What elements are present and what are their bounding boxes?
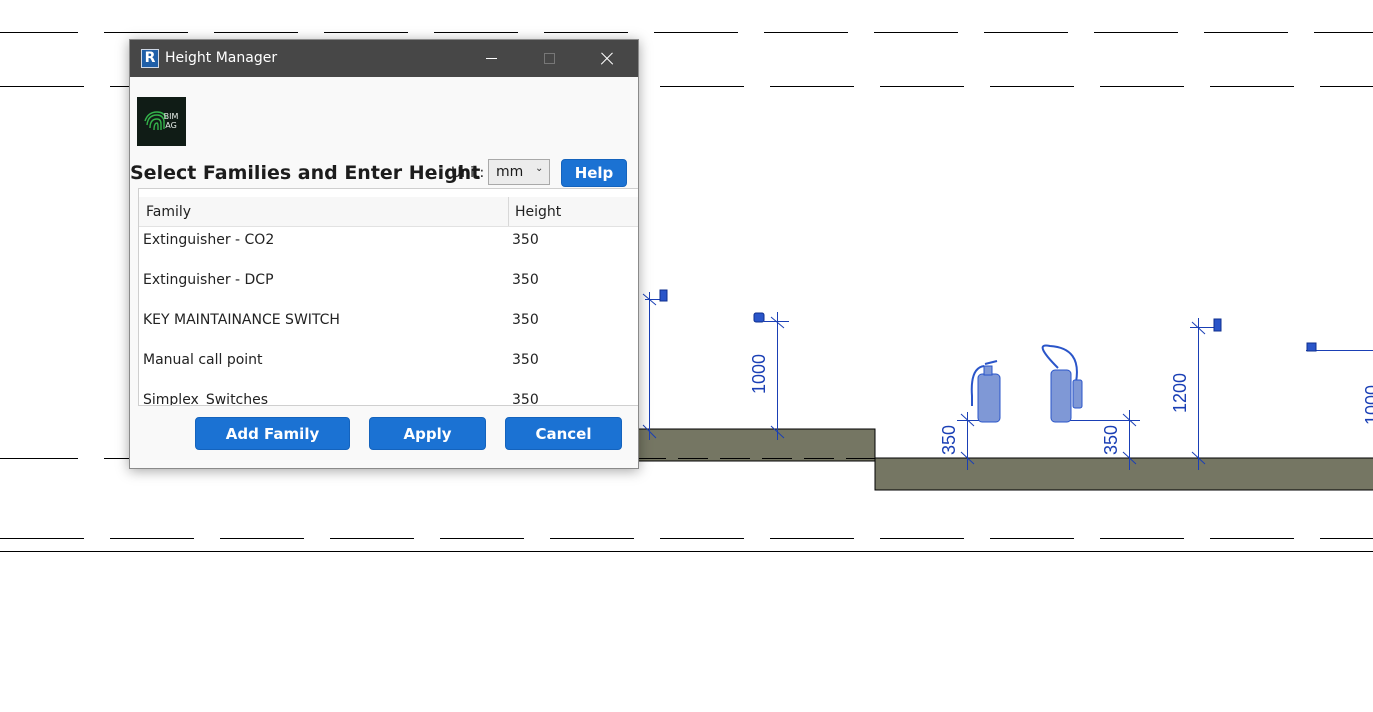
height-cell[interactable]: 350 [512, 352, 539, 368]
table-row[interactable]: KEY MAINTAINANCE SWITCH 350 [139, 306, 638, 346]
dimension-text-1000-right[interactable]: 1000 [1362, 385, 1373, 425]
dimension-text-350-right[interactable]: 350 [1101, 425, 1121, 455]
close-icon [600, 52, 614, 66]
apply-button[interactable]: Apply [369, 417, 486, 450]
chevron-down-icon: ⌄ [535, 163, 544, 174]
height-cell[interactable]: 350 [512, 272, 539, 288]
switch-symbol[interactable] [753, 312, 765, 323]
table-row[interactable]: Extinguisher - DCP 350 [139, 266, 638, 306]
help-button[interactable]: Help [561, 159, 627, 187]
add-family-button[interactable]: Add Family [195, 417, 350, 450]
revit-app-icon: R [141, 49, 159, 68]
unit-label: Unit: [451, 165, 485, 181]
extinguisher-dcp-symbol[interactable] [1041, 344, 1083, 423]
column-header-height[interactable]: Height [515, 204, 561, 220]
family-cell: Simplex_Switches [143, 392, 269, 406]
switch-symbol[interactable] [1306, 342, 1317, 352]
bim-ag-logo: BIM AG [137, 97, 186, 146]
table-row[interactable]: Manual call point 350 [139, 346, 638, 386]
floor-slab-lower[interactable] [874, 457, 1373, 491]
dialog-heading: Select Families and Enter Height [130, 162, 481, 184]
column-header-family[interactable]: Family [146, 204, 191, 220]
dimension-text-1000[interactable]: 1000 [749, 354, 769, 394]
maximize-icon [543, 53, 555, 64]
height-cell[interactable]: 350 [512, 392, 539, 405]
switch-symbol[interactable] [659, 289, 668, 302]
family-height-grid[interactable]: Family Height Extinguisher - CO2 350 Ext… [138, 188, 638, 406]
dimension-text-350-left[interactable]: 350 [939, 425, 959, 455]
family-cell: Manual call point [143, 352, 263, 368]
close-button[interactable] [578, 40, 636, 77]
dialog-title: Height Manager [165, 50, 278, 66]
extinguisher-co2-symbol[interactable] [970, 360, 1001, 423]
grid-rows: Extinguisher - CO2 350 Extinguisher - DC… [139, 226, 638, 406]
height-cell[interactable]: 350 [512, 232, 539, 248]
table-row[interactable]: Simplex_Switches 350 [139, 386, 638, 406]
family-cell: KEY MAINTAINANCE SWITCH [143, 312, 340, 328]
height-manager-dialog: R Height Manager BIM AG Select Families … [129, 39, 639, 469]
table-row[interactable]: Extinguisher - CO2 350 [139, 226, 638, 266]
minimize-button[interactable] [462, 40, 520, 77]
switch-symbol[interactable] [1213, 318, 1222, 332]
logo-text: BIM AG [163, 112, 179, 130]
dimension-text-1200[interactable]: 1200 [1170, 373, 1190, 413]
unit-select[interactable]: mm ⌄ [488, 159, 550, 185]
family-cell: Extinguisher - DCP [143, 272, 274, 288]
height-cell[interactable]: 350 [512, 312, 539, 328]
cancel-button[interactable]: Cancel [505, 417, 622, 450]
grid-header: Family Height [139, 197, 638, 227]
column-divider[interactable] [508, 197, 509, 226]
dialog-titlebar[interactable]: R Height Manager [130, 40, 638, 77]
family-cell: Extinguisher - CO2 [143, 232, 275, 248]
maximize-button[interactable] [520, 40, 578, 77]
unit-select-value: mm [496, 164, 524, 180]
floor-slab-upper[interactable] [635, 428, 876, 462]
minimize-icon [485, 58, 497, 59]
